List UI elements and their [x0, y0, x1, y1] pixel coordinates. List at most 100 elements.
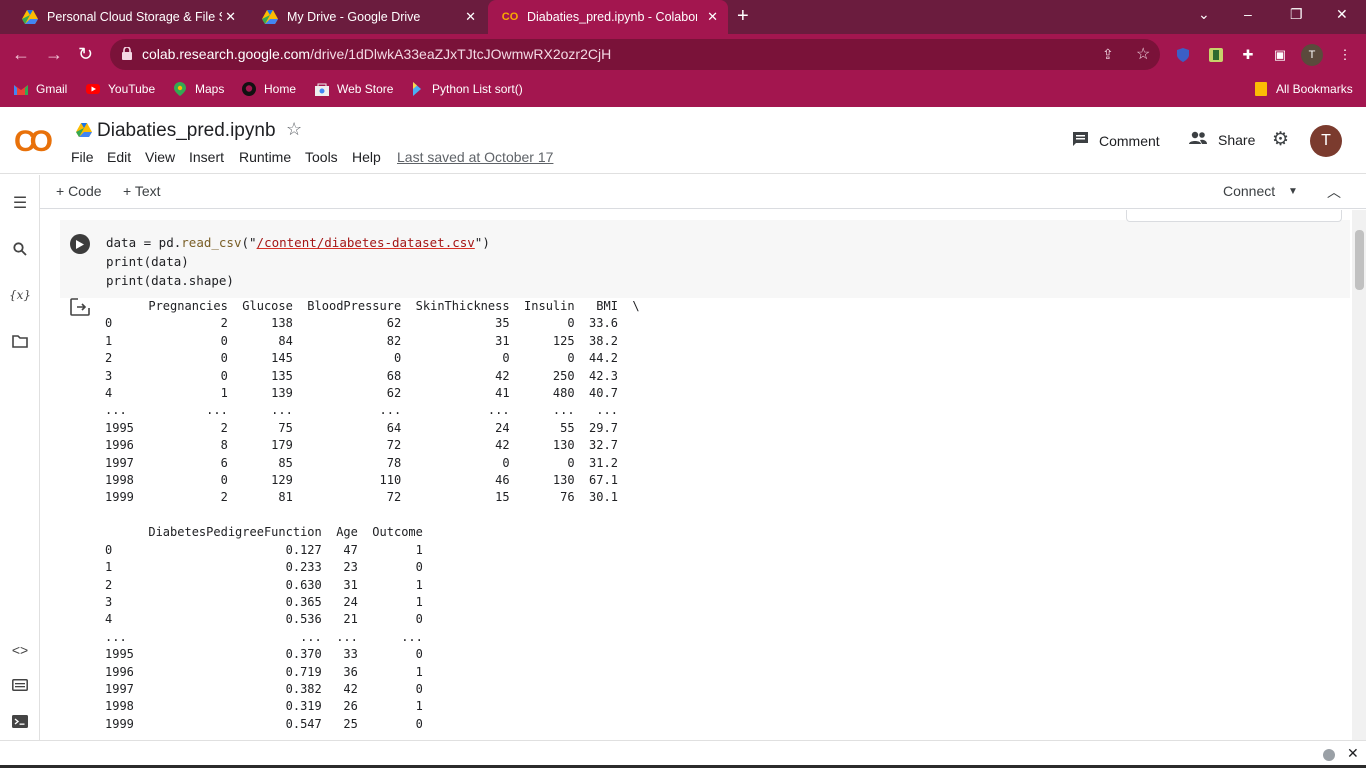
comment-button[interactable]: Comment — [1072, 131, 1160, 150]
colab-header: CO Diabaties_pred.ipynb ☆ File Edit View… — [0, 107, 1366, 174]
star-icon[interactable]: ☆ — [286, 119, 302, 140]
run-cell-button[interactable] — [70, 234, 90, 254]
close-icon[interactable]: ✕ — [465, 9, 476, 25]
menu-runtime[interactable]: Runtime — [239, 149, 291, 165]
close-icon[interactable]: ✕ — [707, 9, 718, 25]
colab-logo[interactable]: CO — [14, 125, 53, 159]
all-bookmarks-button[interactable]: All Bookmarks — [1254, 82, 1353, 96]
code-line: print(data) — [106, 254, 189, 269]
bookmark-home[interactable]: Home — [242, 82, 296, 96]
bookmark-python-list-sort[interactable]: Python List sort() — [410, 82, 523, 96]
restore-icon[interactable]: ❐ — [1290, 6, 1303, 23]
menu-file[interactable]: File — [71, 149, 94, 165]
menu-edit[interactable]: Edit — [107, 149, 131, 165]
vertical-scrollbar[interactable] — [1352, 210, 1366, 740]
variables-icon[interactable]: {x} — [9, 285, 31, 305]
browser-tab-strip: Personal Cloud Storage & File Sh ✕ My Dr… — [0, 0, 1366, 34]
bookmark-label: Web Store — [337, 82, 394, 96]
add-text-button[interactable]: + Text — [123, 183, 161, 199]
connect-dropdown-icon[interactable]: ▼ — [1288, 186, 1298, 197]
bookmark-label: Gmail — [36, 82, 68, 96]
extension-green-icon[interactable] — [1205, 44, 1227, 66]
tab-colab-notebook[interactable]: CO Diabaties_pred.ipynb - Colabora ✕ — [488, 0, 728, 34]
notebook-content: data = pd.read_csv("/content/diabetes-da… — [40, 210, 1352, 740]
menu-insert[interactable]: Insert — [189, 149, 224, 165]
cell-output: Pregnancies Glucose BloodPressure SkinTh… — [105, 299, 640, 731]
bookmark-gmail[interactable]: Gmail — [14, 82, 67, 96]
output-icon[interactable] — [70, 298, 90, 321]
bookmark-label: YouTube — [108, 82, 156, 96]
extensions-puzzle-icon[interactable]: ✚ — [1237, 44, 1259, 66]
back-arrow-icon[interactable]: ← — [12, 44, 30, 65]
menu-help[interactable]: Help — [352, 149, 381, 165]
cell-action-toolbar[interactable] — [1126, 210, 1342, 222]
command-palette-icon[interactable] — [10, 675, 30, 695]
menu-tools[interactable]: Tools — [305, 149, 338, 165]
files-folder-icon[interactable] — [10, 331, 30, 351]
forward-arrow-icon[interactable]: → — [45, 44, 63, 65]
code-token: data = pd. — [106, 235, 182, 250]
share-page-icon[interactable]: ⇪ — [1102, 46, 1114, 63]
code-cell[interactable]: data = pd.read_csv("/content/diabetes-da… — [60, 220, 1350, 298]
left-sidebar: ☰ {x} <> — [0, 175, 40, 740]
settings-gear-icon[interactable]: ⚙ — [1272, 128, 1289, 151]
code-editor[interactable]: data = pd.read_csv("/content/diabetes-da… — [106, 233, 490, 290]
github-icon — [242, 82, 256, 96]
search-icon[interactable] — [10, 239, 30, 259]
code-line: print(data.shape) — [106, 273, 234, 288]
share-button[interactable]: Share — [1188, 131, 1255, 148]
add-code-button[interactable]: + Code — [56, 183, 102, 199]
scrollbar-thumb[interactable] — [1355, 230, 1364, 290]
new-tab-button[interactable]: + — [737, 5, 749, 28]
tab-title: My Drive - Google Drive — [287, 10, 421, 24]
close-icon[interactable]: ✕ — [225, 9, 236, 25]
youtube-icon — [86, 82, 100, 96]
url-text: colab.research.google.com/drive/1dDlwkA3… — [142, 46, 612, 62]
browser-menu-icon[interactable]: ⋮ — [1334, 44, 1356, 66]
notebook-toolbar: + Code + Text Connect ▼ ︿ — [40, 175, 1366, 209]
tab-search-icon[interactable]: ⌄ — [1198, 6, 1210, 23]
reload-icon[interactable]: ↻ — [78, 44, 93, 65]
status-indicator — [1323, 749, 1335, 761]
bookmark-youtube[interactable]: YouTube — [86, 82, 155, 96]
status-bar: ✕ — [0, 740, 1366, 768]
lock-icon — [122, 46, 132, 65]
connect-button[interactable]: Connect — [1223, 183, 1275, 199]
comment-icon — [1072, 131, 1089, 150]
google-drive-icon[interactable] — [76, 123, 92, 142]
address-bar-row: ← → ↻ colab.research.google.com/drive/1d… — [0, 34, 1366, 74]
side-panel-icon[interactable]: ▣ — [1269, 44, 1291, 66]
terminal-icon[interactable] — [10, 711, 30, 731]
address-bar[interactable]: colab.research.google.com/drive/1dDlwkA3… — [110, 39, 1160, 70]
bookmark-maps[interactable]: Maps — [173, 82, 224, 96]
avatar[interactable]: T — [1310, 125, 1342, 157]
bookmark-label: All Bookmarks — [1276, 82, 1353, 96]
notebook-title[interactable]: Diabaties_pred.ipynb — [97, 120, 276, 142]
collapse-header-icon[interactable]: ︿ — [1327, 182, 1341, 202]
table-of-contents-icon[interactable]: ☰ — [10, 193, 30, 213]
tab-personal-cloud-storage[interactable]: Personal Cloud Storage & File Sh ✕ — [8, 0, 246, 34]
colab-icon: CO — [501, 11, 519, 23]
bookmark-label: Home — [264, 82, 297, 96]
close-icon[interactable]: ✕ — [1347, 745, 1359, 762]
extension-shield-icon[interactable] — [1172, 44, 1194, 66]
bookmark-web-store[interactable]: Web Store — [315, 82, 393, 96]
people-icon — [1188, 131, 1208, 148]
code-string: /content/diabetes-dataset.csv — [256, 235, 475, 250]
tab-title: Personal Cloud Storage & File Sh — [47, 10, 222, 24]
minimize-icon[interactable]: – — [1244, 6, 1252, 22]
tab-my-drive[interactable]: My Drive - Google Drive ✕ — [248, 0, 486, 34]
menu-view[interactable]: View — [145, 149, 175, 165]
gmail-icon — [14, 82, 28, 96]
bookmarks-bar: Gmail YouTube Maps Home Web Store Python… — [0, 74, 1366, 107]
bookmark-label: Maps — [195, 82, 225, 96]
share-label: Share — [1218, 131, 1256, 148]
last-saved-link[interactable]: Last saved at October 17 — [397, 149, 553, 165]
code-snippets-icon[interactable]: <> — [10, 640, 30, 660]
webstore-icon — [315, 82, 329, 96]
profile-avatar[interactable]: T — [1301, 44, 1323, 66]
comment-label: Comment — [1099, 132, 1160, 149]
code-token: ") — [474, 235, 490, 250]
bookmark-star-icon[interactable]: ☆ — [1136, 44, 1150, 64]
window-close-icon[interactable]: ✕ — [1336, 6, 1348, 23]
